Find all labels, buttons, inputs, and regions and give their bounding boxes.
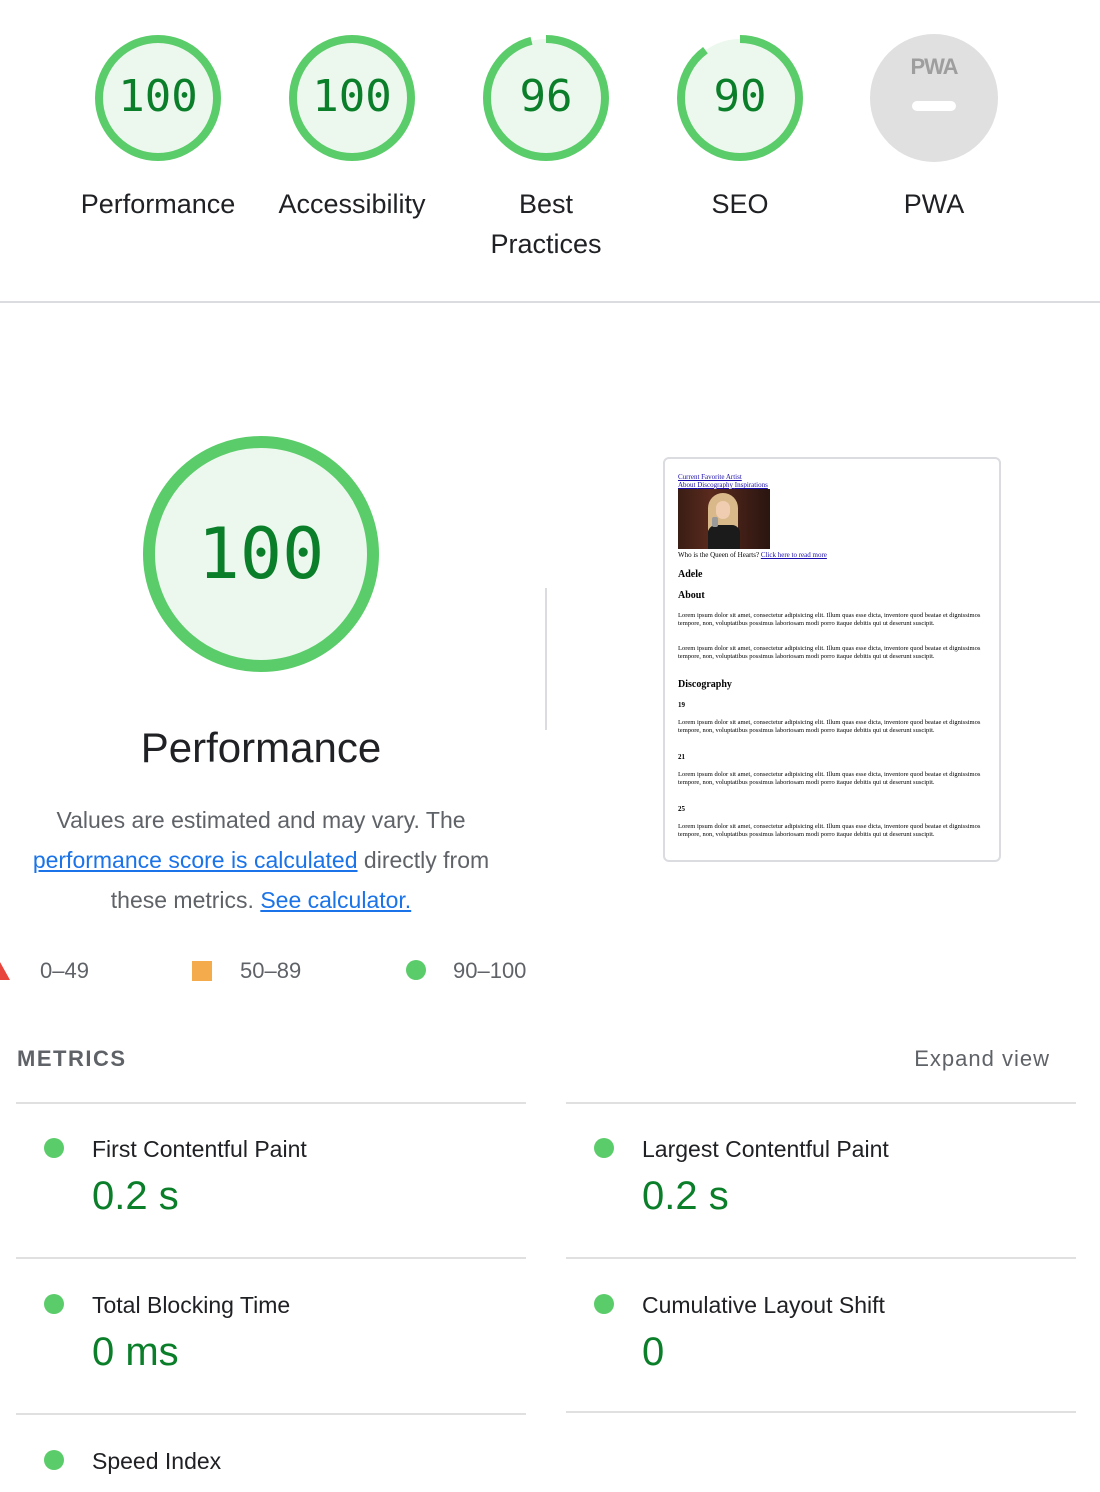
gauge-pwa[interactable]: PWA PWA [837, 32, 1031, 224]
metric-value: 0.2 s [92, 1174, 179, 1218]
final-screenshot-thumbnail[interactable]: Current Favorite Artist About Discograph… [663, 457, 1001, 862]
thumb-caption-text: Who is the Queen of Hearts? [678, 551, 761, 559]
metric-divider [566, 1257, 1076, 1259]
pass-circle-icon [406, 960, 426, 980]
metric-name: Total Blocking Time [92, 1292, 291, 1318]
thumb-nav: About Discography Inspirations [678, 481, 768, 489]
pwa-badge: PWA [868, 32, 1000, 164]
thumb-album-heading: 21 [678, 753, 685, 761]
expand-view-toggle[interactable]: Expand view [880, 1044, 1050, 1074]
thumb-discography-heading: Discography [678, 679, 732, 690]
gauge-accessibility[interactable]: 100 Accessibility [255, 32, 449, 224]
score-ring: 96 [480, 32, 612, 164]
metric-name: Speed Index [92, 1448, 222, 1474]
gauge-performance[interactable]: 100 Performance [61, 32, 255, 224]
thumb-album-heading: 19 [678, 701, 685, 709]
pass-circle-icon [44, 1294, 64, 1314]
thumb-nav-item: Discography [697, 481, 734, 489]
pass-circle-icon [594, 1138, 614, 1158]
thumb-album-heading: 25 [678, 805, 685, 813]
gauge-seo[interactable]: 90 SEO [643, 32, 837, 224]
thumb-heading: Adele [678, 569, 703, 580]
pass-circle-icon [44, 1450, 64, 1470]
pwa-badge-svg [870, 34, 998, 162]
metric-divider [566, 1411, 1076, 1413]
metric-name: Largest Contentful Paint [642, 1136, 889, 1162]
category-label: Accessibility [278, 189, 426, 219]
metric-divider [566, 1102, 1076, 1104]
thumb-artist-photo [678, 489, 770, 549]
metric-value: 0 [642, 1330, 665, 1374]
performance-description: Values are estimated and may vary. The p… [10, 800, 512, 920]
metrics-heading: METRICS [17, 1046, 127, 1071]
photo-dress [708, 525, 740, 549]
metric-value: 0 ms [92, 1330, 179, 1374]
desc-text: Values are estimated and may vary. The [56, 807, 466, 833]
category-label: PWA [903, 189, 965, 219]
performance-score-gauge: 100 [139, 432, 383, 676]
thumb-caption-link: Click here to read more [760, 551, 827, 559]
thumb-paragraph: Lorem ipsum dolor sit amet, consectetur … [678, 823, 981, 839]
category-label: SEO [711, 189, 769, 219]
thumb-nav-item: About [678, 481, 696, 489]
pwa-na-dash-icon [912, 101, 956, 111]
pwa-logo-icon: PWA [910, 54, 958, 79]
performance-title: Performance [140, 724, 382, 771]
legend-fail-range: 0–49 [40, 958, 89, 983]
thumb-nav-item: Inspirations [734, 481, 768, 489]
metric-divider [16, 1413, 526, 1415]
score-value: 100 [312, 71, 392, 122]
fail-triangle-icon [0, 962, 10, 980]
score-ring: 100 [92, 32, 224, 164]
see-calculator-link[interactable]: See calculator. [260, 887, 411, 913]
thumb-caption: Who is the Queen of Hearts? Click here t… [678, 551, 986, 559]
thumb-about-heading: About [678, 590, 705, 601]
microphone-icon [712, 517, 718, 527]
vertical-divider [545, 588, 547, 730]
score-ring: 90 [674, 32, 806, 164]
metric-name: First Contentful Paint [92, 1136, 307, 1162]
category-label: Performance [80, 189, 236, 219]
thumb-paragraph: Lorem ipsum dolor sit amet, consectetur … [678, 771, 981, 787]
average-square-icon [192, 961, 212, 981]
pass-circle-icon [594, 1294, 614, 1314]
thumb-site-title: Current Favorite Artist [678, 473, 742, 481]
legend-pass-range: 90–100 [453, 958, 527, 983]
metric-value: 0.2 s [642, 1174, 729, 1218]
score-value: 90 [713, 71, 767, 122]
thumb-paragraph: Lorem ipsum dolor sit amet, consectetur … [678, 719, 981, 735]
thumb-paragraph: Lorem ipsum dolor sit amet, consectetur … [678, 645, 981, 661]
score-value: 100 [118, 71, 198, 122]
performance-score-value: 100 [197, 513, 325, 595]
score-calculated-link[interactable]: performance score is calculated [33, 847, 358, 873]
category-label: Best Practices [490, 189, 602, 259]
metric-divider [16, 1257, 526, 1259]
metric-name: Cumulative Layout Shift [642, 1292, 885, 1318]
score-ring: 100 [286, 32, 418, 164]
score-value: 96 [519, 71, 573, 122]
gauge-best-practices[interactable]: 96 Best Practices [449, 32, 643, 264]
legend-average-range: 50–89 [240, 958, 302, 983]
section-divider [0, 301, 1100, 303]
metric-divider [16, 1102, 526, 1104]
photo-face [716, 501, 730, 519]
pass-circle-icon [44, 1138, 64, 1158]
thumb-paragraph: Lorem ipsum dolor sit amet, consectetur … [678, 612, 981, 628]
